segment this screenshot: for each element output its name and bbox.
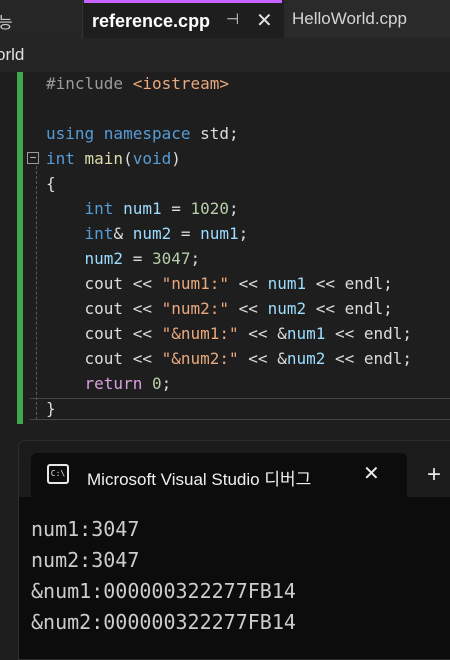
tab-partial-label: 능 — [0, 15, 13, 32]
code-token: int — [46, 149, 85, 168]
code-token: "&num2:" — [161, 349, 239, 368]
code-token: #include — [46, 74, 133, 93]
current-line-highlight — [30, 398, 450, 420]
console-icon: C:\ — [47, 464, 69, 484]
output-line: &num1:000000322277FB14 — [31, 579, 296, 603]
code-line: } — [46, 399, 56, 419]
output-line: num1:3047 — [31, 517, 140, 541]
code-token: return — [84, 374, 152, 393]
code-line: return 0; — [46, 374, 172, 394]
code-token: num1 — [286, 324, 326, 343]
code-token: << — [229, 299, 268, 318]
code-line: { — [46, 174, 56, 194]
code-token: << & — [238, 324, 287, 343]
code-line: #include <iostream> — [46, 74, 229, 94]
tab-helloworld-cpp[interactable]: HelloWorld.cpp — [284, 0, 450, 38]
code-token: << endl; — [325, 324, 413, 343]
tab-reference-cpp[interactable]: reference.cpp ⊣ ✕ — [84, 0, 282, 38]
code-line: int main(void) — [46, 149, 181, 169]
code-token: = — [171, 224, 201, 243]
code-token: "&num1:" — [161, 324, 239, 343]
code-token: = — [123, 249, 152, 268]
output-line: num2:3047 — [31, 548, 140, 572]
code-token: int — [84, 224, 114, 243]
terminal-tab-bar: C:\ Microsoft Visual Studio 디버그 ✕ + — [19, 441, 450, 497]
code-token: ; — [238, 224, 249, 243]
code-line: cout << "&num2:" << &num2 << endl; — [46, 349, 413, 369]
code-line: cout << "num2:" << num2 << endl; — [46, 299, 393, 319]
tab-helloworld-cpp-label: HelloWorld.cpp — [292, 9, 407, 28]
code-line: cout << "&num1:" << &num1 << endl; — [46, 324, 413, 344]
code-token: << endl; — [306, 299, 393, 318]
code-line: using namespace std; — [46, 124, 239, 144]
pin-icon[interactable]: ⊣ — [226, 10, 239, 28]
code-token: cout << — [46, 324, 162, 343]
code-line: int num1 = 1020; — [46, 199, 239, 219]
code-token: cout << — [46, 274, 162, 293]
code-token: main — [84, 149, 124, 168]
code-token: num2 — [286, 349, 326, 368]
code-line: num2 = 3047; — [46, 249, 201, 269]
code-token: << & — [238, 349, 287, 368]
code-token: cout << — [46, 299, 162, 318]
code-token: num2 — [267, 299, 307, 318]
debug-console-window: C:\ Microsoft Visual Studio 디버그 ✕ + num1… — [18, 440, 450, 660]
code-token: ; — [190, 249, 201, 268]
code-token: ; — [161, 374, 172, 393]
code-token: num1 — [123, 199, 162, 218]
code-line: cout << "num1:" << num1 << endl; — [46, 274, 393, 294]
close-tab-icon[interactable]: ✕ — [256, 8, 273, 33]
code-token: num1 — [200, 224, 239, 243]
change-indicator-bar — [17, 72, 23, 424]
output-line: &num2:000000322277FB14 — [31, 610, 296, 634]
code-token: 3047 — [151, 249, 191, 268]
new-tab-icon[interactable]: + — [427, 463, 441, 487]
code-line: int& num2 = num1; — [46, 224, 249, 244]
code-token: void — [132, 149, 172, 168]
close-terminal-icon[interactable]: ✕ — [363, 461, 380, 486]
terminal-title: Microsoft Visual Studio 디버그 — [87, 470, 312, 489]
code-token: } — [46, 399, 56, 418]
editor-tab-bar: 능 reference.cpp ⊣ ✕ HelloWorld.cpp — [0, 0, 450, 38]
code-token: 1020 — [190, 199, 230, 218]
code-token: << — [229, 274, 268, 293]
code-token: cout << — [46, 349, 162, 368]
tab-reference-cpp-label: reference.cpp — [92, 11, 211, 31]
terminal-tab[interactable]: C:\ Microsoft Visual Studio 디버그 ✕ — [31, 453, 407, 497]
code-token: num2 — [84, 249, 124, 268]
code-token: & — [113, 224, 133, 243]
code-token: << endl; — [325, 349, 413, 368]
collapse-icon[interactable]: − — [27, 152, 39, 164]
code-token: ; — [229, 199, 239, 218]
code-token: num2 — [132, 224, 172, 243]
code-token: = — [161, 199, 191, 218]
code-editor[interactable]: − #include <iostream> using namespace std… — [0, 72, 450, 428]
code-token: ) — [171, 149, 181, 168]
code-token: "num2:" — [161, 299, 230, 318]
code-token: { — [46, 174, 56, 193]
code-token: <iostream> — [132, 74, 230, 93]
code-token: num1 — [267, 274, 307, 293]
navigation-bar: orld — [0, 38, 450, 73]
code-token: ( — [123, 149, 133, 168]
code-token: "num1:" — [161, 274, 230, 293]
code-token: int — [84, 199, 124, 218]
code-token: namespace — [103, 124, 201, 143]
code-token: << endl; — [306, 274, 393, 293]
tab-partial[interactable]: 능 — [0, 0, 83, 38]
project-dropdown[interactable]: orld — [0, 45, 24, 65]
code-token: 0 — [151, 374, 162, 393]
code-token: using — [46, 124, 104, 143]
code-token: std; — [200, 124, 239, 143]
indent-guide — [36, 166, 37, 420]
